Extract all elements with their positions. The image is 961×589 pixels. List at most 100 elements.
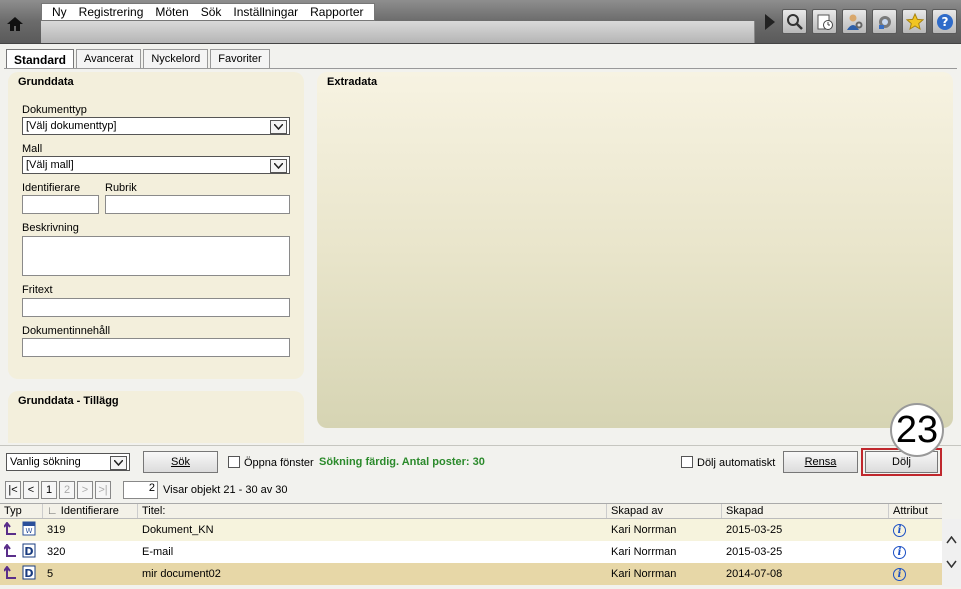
- link-arrow-icon: [3, 520, 18, 539]
- prev-page-button[interactable]: <: [23, 481, 39, 499]
- top-bar: Ny Registrering Möten Sök Inställningar …: [0, 0, 961, 44]
- extradata-panel: [317, 72, 953, 428]
- row-attribute: i: [889, 541, 942, 563]
- favorite-star-icon[interactable]: [902, 9, 927, 34]
- help-icon[interactable]: ?: [932, 9, 957, 34]
- search-button[interactable]: Sök: [143, 451, 218, 473]
- tab-avancerat[interactable]: Avancerat: [76, 49, 142, 68]
- hide-auto-label: Dölj automatiskt: [697, 457, 776, 469]
- row-created: 2015-03-25: [726, 524, 783, 536]
- row-created: 2014-07-08: [726, 568, 783, 580]
- dokumentinnehall-label: Dokumentinnehåll: [22, 325, 111, 337]
- pager: |< < 1 2 > >| 2 Visar objekt 21 - 30 av …: [5, 481, 288, 499]
- page-2-button[interactable]: 2: [59, 481, 75, 499]
- menu-registrering[interactable]: Registrering: [73, 5, 150, 19]
- scroll-down-icon[interactable]: [946, 559, 957, 571]
- clear-button[interactable]: Rensa: [783, 451, 858, 473]
- plugin-gear-icon[interactable]: [872, 9, 897, 34]
- info-icon[interactable]: i: [893, 523, 906, 537]
- link-arrow-icon: [3, 564, 18, 583]
- pager-info: Visar objekt 21 - 30 av 30: [163, 484, 288, 496]
- tillagg-title: Grunddata - Tillägg: [18, 395, 119, 407]
- link-arrow-icon: [3, 542, 18, 561]
- table-row[interactable]: W 319 Dokument_KN Kari Norrman 2015-03-2…: [0, 519, 942, 541]
- beskrivning-textarea[interactable]: [22, 236, 290, 276]
- row-title: E-mail: [142, 546, 174, 558]
- first-page-button[interactable]: |<: [5, 481, 21, 499]
- extradata-title: Extradata: [327, 76, 378, 88]
- row-title: mir document02: [142, 568, 221, 580]
- rubrik-label: Rubrik: [105, 182, 137, 194]
- table-header: Typ ∟ Identifierare Titel: Skapad av Ska…: [0, 503, 942, 519]
- search-status: Sökning färdig. Antal poster: 30: [319, 456, 485, 468]
- col-identifierare-label: Identifierare: [60, 505, 119, 517]
- row-attribute: i: [889, 563, 942, 585]
- col-skapad-av[interactable]: Skapad av: [607, 504, 722, 518]
- menu-moten[interactable]: Möten: [149, 5, 194, 19]
- tab-favoriter[interactable]: Favoriter: [210, 49, 270, 68]
- table-row[interactable]: D 5 mir document02 Kari Norrman 2014-07-…: [0, 563, 942, 585]
- row-title: Dokument_KN: [142, 524, 214, 536]
- search-mode-value: Vanlig sökning: [10, 456, 81, 468]
- page-1-button[interactable]: 1: [41, 481, 57, 499]
- chevron-down-icon[interactable]: [270, 159, 287, 173]
- play-icon[interactable]: [765, 13, 775, 30]
- row-id: 5: [47, 568, 54, 580]
- col-typ[interactable]: Typ: [0, 504, 43, 518]
- svg-text:?: ?: [941, 15, 948, 29]
- fritext-label: Fritext: [22, 284, 53, 296]
- hide-auto-checkbox[interactable]: [681, 456, 693, 468]
- open-window-checkbox[interactable]: [228, 456, 240, 468]
- open-window-label: Öppna fönster: [244, 457, 314, 469]
- home-icon[interactable]: [5, 14, 25, 34]
- svg-text:D: D: [24, 567, 33, 580]
- col-attribut[interactable]: Attribut: [889, 504, 942, 518]
- tab-standard[interactable]: Standard: [6, 49, 75, 69]
- chevron-down-icon[interactable]: [270, 120, 287, 134]
- table-row[interactable]: D 320 E-mail Kari Norrman 2015-03-25 i: [0, 541, 942, 563]
- mall-label: Mall: [22, 143, 43, 155]
- user-settings-icon[interactable]: [842, 9, 867, 34]
- dokumenttyp-value: [Välj dokumenttyp]: [26, 120, 117, 132]
- dokumenttyp-select[interactable]: [Välj dokumenttyp]: [22, 117, 290, 135]
- row-id: 320: [47, 546, 66, 558]
- menu-bar: Ny Registrering Möten Sök Inställningar …: [41, 3, 375, 21]
- menu-rapporter[interactable]: Rapporter: [304, 5, 369, 19]
- menu-ny[interactable]: Ny: [46, 5, 73, 19]
- chevron-down-icon[interactable]: [110, 456, 127, 470]
- mall-select[interactable]: [Välj mall]: [22, 156, 290, 174]
- row-attribute: i: [889, 519, 942, 541]
- table-scrollbar[interactable]: [942, 519, 961, 587]
- fritext-input[interactable]: [22, 298, 290, 317]
- search-icon[interactable]: [782, 9, 807, 34]
- clock-document-icon[interactable]: [812, 9, 837, 34]
- d-document-icon: D: [22, 543, 36, 561]
- scroll-up-icon[interactable]: [946, 535, 957, 547]
- svg-text:W: W: [26, 527, 33, 535]
- menu-sok[interactable]: Sök: [195, 5, 228, 19]
- tab-nyckelord[interactable]: Nyckelord: [143, 49, 209, 68]
- identifierare-label: Identifierare: [22, 182, 81, 194]
- col-skapad[interactable]: Skapad: [722, 504, 889, 518]
- sort-icon: ∟: [47, 505, 58, 517]
- menu-installningar[interactable]: Inställningar: [227, 5, 304, 19]
- dokumentinnehall-input[interactable]: [22, 338, 290, 357]
- row-id: 319: [47, 524, 66, 536]
- dokumenttyp-label: Dokumenttyp: [22, 104, 87, 116]
- results-table: Typ ∟ Identifierare Titel: Skapad av Ska…: [0, 503, 942, 585]
- last-page-button[interactable]: >|: [95, 481, 111, 499]
- identifierare-input[interactable]: [22, 195, 99, 214]
- col-titel[interactable]: Titel:: [138, 504, 607, 518]
- info-icon[interactable]: i: [893, 545, 906, 559]
- svg-text:D: D: [24, 545, 33, 558]
- search-mode-select[interactable]: Vanlig sökning: [6, 453, 130, 471]
- search-tabs: Standard Avancerat Nyckelord Favoriter: [6, 49, 270, 69]
- rubrik-input[interactable]: [105, 195, 290, 214]
- page-number-input[interactable]: 2: [123, 481, 158, 499]
- next-page-button[interactable]: >: [77, 481, 93, 499]
- col-identifierare[interactable]: ∟ Identifierare: [43, 504, 138, 518]
- step-badge: 23: [890, 403, 944, 457]
- info-icon[interactable]: i: [893, 567, 906, 581]
- menu-shadow: [41, 21, 755, 43]
- row-created-by: Kari Norrman: [611, 524, 677, 536]
